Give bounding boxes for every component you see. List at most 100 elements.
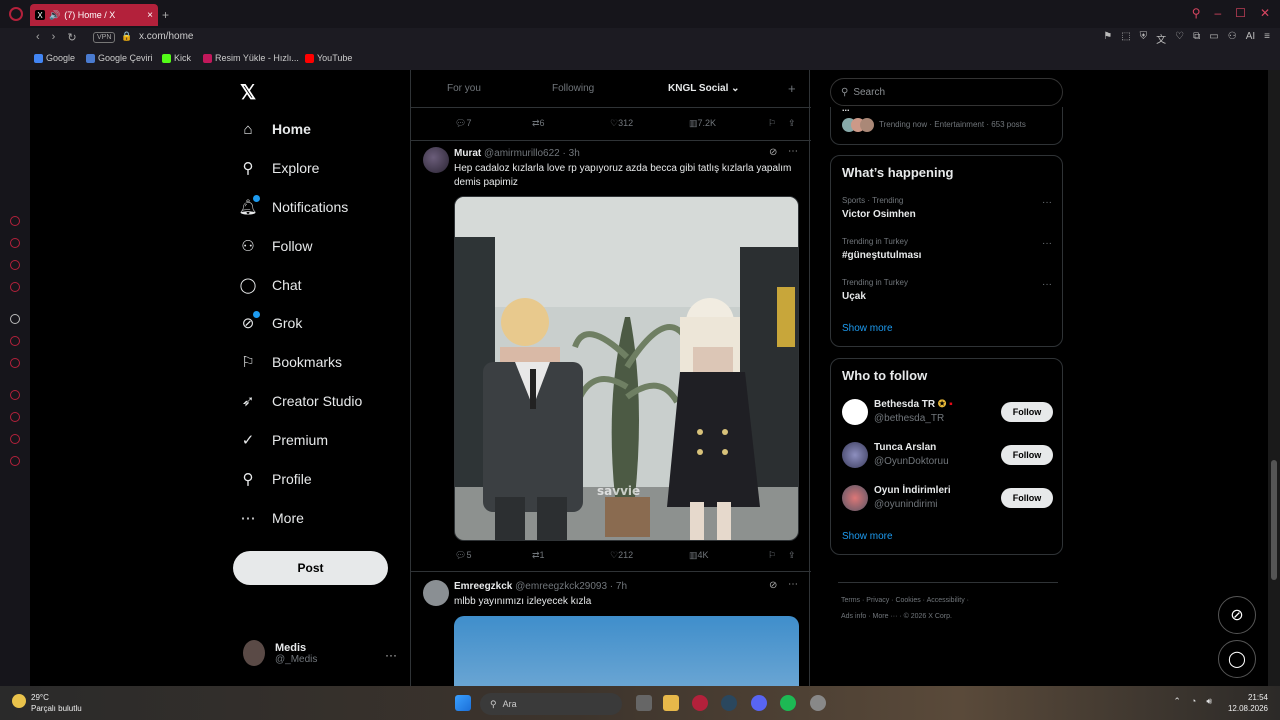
bookmark-google[interactable]: Google [34, 53, 75, 63]
nav-bookmarks[interactable]: ⚐ Bookmarks [239, 353, 342, 371]
avatar[interactable] [423, 147, 449, 173]
nav-follow[interactable]: ⚇ Follow [239, 237, 312, 255]
like-button[interactable]: ♡ 212 [610, 550, 633, 561]
minimize-icon[interactable]: – [1214, 6, 1221, 20]
maximize-icon[interactable]: ☐ [1235, 6, 1246, 20]
nav-more[interactable]: ⋯ More [239, 509, 304, 527]
show-more-link[interactable]: Show more [842, 531, 893, 542]
spotify-icon[interactable] [780, 695, 796, 711]
reply-button[interactable]: 💬︎ 5 [455, 550, 471, 561]
views-button[interactable]: ▥ 7.2K [689, 118, 716, 129]
app-icon[interactable] [810, 695, 826, 711]
task-view-icon[interactable] [636, 695, 652, 711]
suggestion-handle[interactable]: @OyunDoktoruu [874, 456, 949, 467]
add-tab-icon[interactable]: + [788, 81, 796, 96]
suggestion-name[interactable]: Oyun İndirimleri [874, 485, 951, 496]
extensions-icon[interactable] [10, 434, 20, 444]
show-more-link[interactable]: Show more [842, 323, 893, 334]
x-logo-icon[interactable]: 𝕏 [240, 80, 256, 105]
vpn-badge[interactable]: VPN [93, 32, 116, 43]
nav-creator-studio[interactable]: ➶ Creator Studio [239, 392, 363, 410]
steam-icon[interactable] [721, 695, 737, 711]
avatar[interactable] [842, 485, 868, 511]
trend-more-icon[interactable]: ··· [1042, 279, 1052, 290]
opera-icon[interactable] [692, 695, 708, 711]
nav-grok[interactable]: ⊘ Grok [239, 311, 302, 332]
footer-links[interactable]: Ads info · More ··· · © 2026 X Corp. [841, 613, 952, 620]
scrollbar-thumb[interactable] [1271, 460, 1277, 580]
url-field[interactable]: x.com/home [139, 31, 193, 42]
speaker-icon[interactable]: 🔊 [49, 10, 60, 21]
trend-item[interactable]: #güneştutulması [842, 250, 921, 261]
share-icon[interactable]: ⇪ [788, 118, 796, 129]
tweet-handle[interactable]: @emreegzkck29093 · 7h [515, 581, 627, 592]
discord-icon[interactable] [751, 695, 767, 711]
trend-item[interactable]: Uçak [842, 291, 866, 302]
taskbar-search[interactable]: ⚲ Ara [480, 693, 622, 715]
lock-icon[interactable]: 🔒 [121, 31, 132, 42]
tab-following[interactable]: Following [552, 83, 594, 94]
nav-profile[interactable]: ⚲ Profile [239, 470, 312, 488]
suggestion-name[interactable]: Tunca Arslan [874, 442, 936, 453]
menu-icon[interactable]: ≡ [1264, 31, 1270, 46]
bookmark-page-icon[interactable]: ⚑ [1103, 31, 1112, 46]
nav-explore[interactable]: ⚲ Explore [239, 159, 320, 177]
tweet-more-icon[interactable]: ⋯ [788, 146, 798, 157]
wallet-icon[interactable]: ▭ [1209, 31, 1218, 46]
bookmark-icon[interactable]: ⚐ [768, 118, 776, 129]
like-button[interactable]: ♡ 312 [610, 118, 633, 129]
taskbar-clock[interactable]: 21:54 12.08.2026 [1228, 692, 1268, 714]
close-icon[interactable]: ✕ [1260, 6, 1270, 20]
footer-links[interactable]: Terms · Privacy · Cookies · Accessibilit… [841, 597, 969, 604]
bookmark-icon[interactable]: ⚐ [768, 550, 776, 561]
file-explorer-icon[interactable] [663, 695, 679, 711]
sidebar-app-icon[interactable] [10, 390, 20, 400]
repost-button[interactable]: ⇄ 1 [532, 550, 545, 561]
network-icon[interactable]: ◔ [1191, 696, 1196, 707]
tweet-more-icon[interactable]: ⋯ [788, 579, 798, 590]
shield-icon[interactable]: ⛨ [1140, 31, 1148, 46]
sidebar-app-icon[interactable] [10, 282, 20, 292]
translate-icon[interactable]: 文 [1156, 31, 1166, 46]
trend-item[interactable]: Victor Osimhen [842, 209, 916, 220]
windows-start-icon[interactable] [455, 695, 471, 711]
ai-button[interactable]: AI [1246, 31, 1255, 46]
suggestion-handle[interactable]: @bethesda_TR [874, 413, 944, 424]
opera-logo-icon[interactable] [9, 7, 23, 21]
sidebar-app-icon[interactable] [10, 336, 20, 346]
follow-button[interactable]: Follow [1001, 402, 1053, 422]
tweet-image[interactable] [454, 616, 799, 686]
bookmark-kick[interactable]: Kick [162, 53, 191, 63]
post-button[interactable]: Post [233, 551, 388, 585]
repost-button[interactable]: ⇄ 6 [532, 118, 545, 129]
avatar[interactable] [842, 399, 868, 425]
nav-premium[interactable]: ✓ Premium [239, 431, 328, 449]
grok-fab-button[interactable]: ⊘ [1218, 596, 1256, 634]
chatgpt-icon[interactable] [10, 314, 20, 324]
trending-card[interactable]: ... Trending now · Entertainment · 653 p… [830, 103, 1063, 145]
page-scrollbar[interactable] [1268, 70, 1280, 686]
volume-icon[interactable]: 🔊︎ [1206, 696, 1212, 707]
avatar[interactable] [423, 580, 449, 606]
account-more-icon[interactable]: ··· [385, 648, 397, 662]
tab-close-icon[interactable]: × [147, 10, 153, 21]
share-icon[interactable]: ⇪ [788, 550, 796, 561]
nav-chat[interactable]: ◯ Chat [239, 276, 302, 294]
grok-icon[interactable]: ⊘ [769, 147, 777, 158]
forward-icon[interactable]: › [52, 31, 56, 44]
nav-notifications[interactable]: 🔔︎ Notifications [238, 195, 348, 216]
extensions-icon[interactable]: ⧉ [1193, 31, 1200, 46]
back-icon[interactable]: ‹ [36, 31, 40, 44]
tweet-author[interactable]: Emreegzkck [454, 581, 512, 592]
trend-more-icon[interactable]: ··· [1042, 197, 1052, 208]
follow-button[interactable]: Follow [1001, 445, 1053, 465]
reload-icon[interactable]: ↻ [67, 31, 76, 44]
suggestion-name[interactable]: Bethesda TR ✪ ▪ [874, 399, 953, 410]
history-icon[interactable] [10, 412, 20, 422]
tweet-author[interactable]: Murat [454, 148, 481, 159]
account-switcher[interactable]: Medis @_Medis [243, 640, 317, 666]
avatar[interactable] [842, 442, 868, 468]
snapshot-icon[interactable]: ⬚ [1121, 31, 1130, 46]
follow-button[interactable]: Follow [1001, 488, 1053, 508]
tab-kngl-social[interactable]: KNGL Social ⌄ [668, 83, 740, 94]
